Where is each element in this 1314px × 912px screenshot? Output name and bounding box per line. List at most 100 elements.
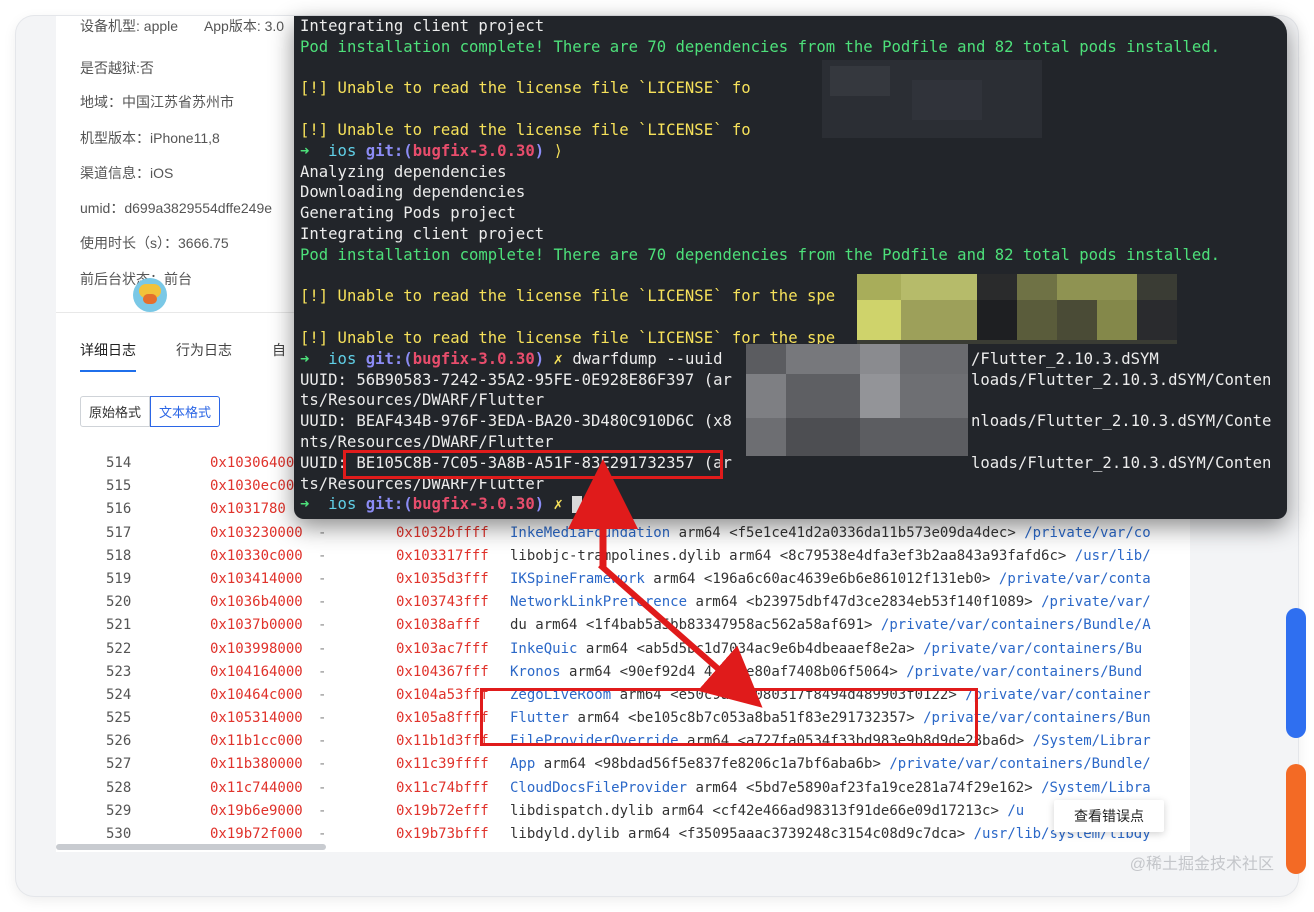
range-dash: - xyxy=(318,617,327,634)
image-info: Kronos arm64 <90ef92d4 423fce80af7408b06… xyxy=(510,661,1190,684)
arch: arm64 xyxy=(695,779,738,796)
terminal-line: ts/Resources/DWARF/Flutter xyxy=(300,390,544,411)
image-info: du arm64 <1f4bab5a5bb83347958ac562a58af6… xyxy=(510,614,1190,637)
prompt-dir: ios xyxy=(328,349,366,368)
start-address: 0x1030ec00 xyxy=(210,478,295,495)
prompt-dir: ios xyxy=(328,141,366,160)
prompt-git: git:( xyxy=(365,349,413,368)
output-text: [!] Unable to read the license file `LIC… xyxy=(300,121,751,139)
image-info: IKSpineFramework arm64 <196a6c60ac4639e6… xyxy=(510,568,1190,591)
log-row: 517 0x103230000- 0x1032bffff InkeMediaFound… xyxy=(56,522,1190,545)
terminal-line: UUID: 56B90583-7242-35A2-95FE-0E928E86F3… xyxy=(300,370,732,391)
end-address: 0x103317fff xyxy=(396,547,489,564)
tab-custom[interactable]: 自 xyxy=(272,340,286,372)
output-text: Integrating client project xyxy=(300,225,545,243)
range-dash: - xyxy=(318,547,327,564)
library-name: libdispatch.dylib xyxy=(510,802,654,819)
redacted-blur-2 xyxy=(857,274,1177,344)
output-text: Downloading dependencies xyxy=(300,183,526,202)
terminal-line: Integrating client project xyxy=(300,224,544,245)
range-dash: - xyxy=(318,663,327,680)
prompt-arrow-icon: ➜ xyxy=(300,141,329,160)
arch: arm64 xyxy=(535,617,578,634)
image-path: /private/var/container xyxy=(965,686,1151,703)
arch: arm64 xyxy=(729,547,772,564)
end-address: 0x103743fff xyxy=(396,594,489,611)
command: dwarfdump --uuid xyxy=(572,349,723,368)
range-dash: - xyxy=(318,640,327,657)
horizontal-scrollbar[interactable] xyxy=(56,844,326,850)
start-address: 0x1036b4000 xyxy=(210,594,303,611)
terminal-line: Pod installation complete! There are 70 … xyxy=(300,37,1220,58)
range-dash: - xyxy=(318,733,327,750)
image-path: /private/var/conta xyxy=(998,570,1151,587)
log-row: 528 0x11c744000- 0x11c74bfff CloudDocsFileP… xyxy=(56,777,1190,800)
line-number: 529 xyxy=(106,802,132,819)
output-text: [!] Unable to read the license file `LIC… xyxy=(300,79,751,98)
image-uuid: <90ef92d4 423fce80af7408b06f5064> xyxy=(619,663,898,680)
arch: arm64 xyxy=(543,756,586,773)
range-dash: - xyxy=(318,570,327,587)
prompt-dir: ios xyxy=(328,495,366,514)
watermark: @稀土掘金技术社区 xyxy=(1129,856,1274,873)
line-number: 525 xyxy=(106,710,132,727)
model-version: 机型版本：iPhone11,8 xyxy=(80,130,220,146)
start-address: 0x103998000 xyxy=(210,640,303,657)
arch: arm64 xyxy=(585,640,629,657)
start-address: 0x1037b0000 xyxy=(210,617,303,634)
range-dash: - xyxy=(318,594,327,611)
image-path: /private/var/ xyxy=(1041,594,1151,611)
line-number: 523 xyxy=(106,663,132,680)
arch: arm64 xyxy=(678,524,721,541)
line-number: 522 xyxy=(106,640,132,657)
redacted-blur-1 xyxy=(822,60,1042,138)
start-address: 0x19b72f000 xyxy=(210,826,303,842)
library-name: CloudDocsFileProvider xyxy=(510,779,688,796)
start-address: 0x103230000 xyxy=(210,524,303,541)
start-address: 0x10464c000 xyxy=(210,686,303,703)
channel-info: 渠道信息：iOS xyxy=(80,165,174,181)
tab-detailed-log[interactable]: 详细日志 xyxy=(80,340,136,372)
range-dash: - xyxy=(318,710,327,727)
log-row: 519 0x103414000- 0x1035d3fff IKSpineFramewo… xyxy=(56,568,1190,591)
start-address: 0x10330c000 xyxy=(210,547,303,564)
log-row: 530 0x19b72f000-0x19b73bfff libdyld.dylib … xyxy=(56,823,1190,846)
range-dash: - xyxy=(318,826,327,842)
library-name: Kronos xyxy=(510,663,561,680)
tab-behavior-log[interactable]: 行为日志 xyxy=(176,340,232,372)
output-text: UUID: BEAF434B-976F-3EDA-BA20-3D480C910D… xyxy=(300,412,732,431)
image-info: CloudDocsFileProvider arm64 <5bd7e5890af… xyxy=(510,777,1190,800)
log-row: 521 0x1037b0000- 0x1038afff du arm64 <1f4ba… xyxy=(56,614,1190,637)
image-uuid: <ab5d5bc1d7034ac9e6b4dbeaaef8e2a> xyxy=(636,640,915,657)
start-address: 0x104164000 xyxy=(210,663,303,680)
prompt-status-icon: ✗ xyxy=(553,349,573,368)
output-text-right: loads/Flutter_2.10.3.dSYM/Conten xyxy=(971,370,1272,389)
arch: arm64 xyxy=(661,802,704,819)
range-dash: - xyxy=(318,756,327,773)
raw-format-button[interactable]: 原始格式 xyxy=(80,396,151,427)
output-text: [!] Unable to read the license file `LIC… xyxy=(300,287,836,306)
line-number: 515 xyxy=(106,478,132,495)
range-dash: - xyxy=(318,779,327,796)
image-uuid: <1f4bab5a5bb83347958ac562a58af691> xyxy=(585,617,873,634)
log-row: 518 0x10330c000- 0x103317fff libobjc-trampo… xyxy=(56,545,1190,568)
prompt-git-close: ) xyxy=(534,495,554,514)
library-name: InkeMediaFoundation xyxy=(510,524,671,541)
text-format-button[interactable]: 文本格式 xyxy=(150,396,221,427)
arch: arm64 xyxy=(628,826,671,842)
prompt-branch: bugfix-3.0.30 xyxy=(412,349,535,368)
view-errors-button[interactable]: 查看错误点 xyxy=(1054,800,1164,832)
highlight-uuid-terminal xyxy=(343,450,723,479)
redacted-blur-3 xyxy=(746,344,968,456)
terminal-line: Pod installation complete! There are 70 … xyxy=(300,245,1220,266)
line-number: 517 xyxy=(106,524,132,541)
arch: arm64 xyxy=(695,594,738,611)
umid: umid：d699a3829554dffe249e xyxy=(80,200,273,216)
line-number: 516 xyxy=(106,501,132,518)
image-uuid: <b23975dbf47d3ce2834eb53f140f1089> xyxy=(746,594,1033,611)
line-number: 514 xyxy=(106,455,132,471)
output-text: Generating Pods project xyxy=(300,204,516,223)
end-address: 0x105a8ffff xyxy=(396,710,489,727)
library-name: libdyld.dylib xyxy=(510,826,620,842)
log-row: 527 0x11b380000- 0x11c39ffff App arm64 <98b… xyxy=(56,753,1190,776)
